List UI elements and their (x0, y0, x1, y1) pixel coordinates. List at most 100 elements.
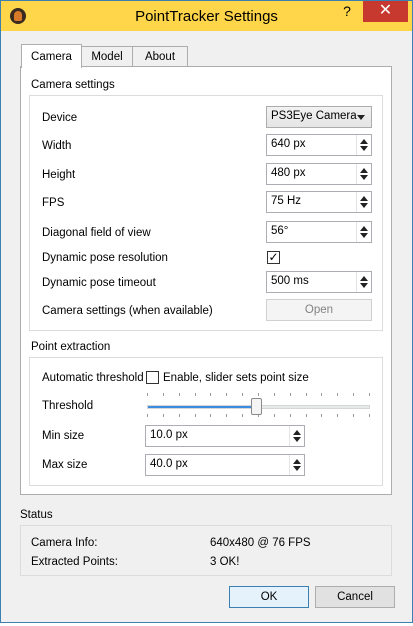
slider-tick (337, 393, 338, 396)
camera-settings-open-label: Camera settings (when available) (42, 305, 213, 317)
fps-label: FPS (42, 197, 65, 209)
fps-spinbox[interactable]: 75 Hz (266, 191, 372, 213)
min-size-value: 10.0 px (150, 429, 188, 441)
arrow-up-icon[interactable] (360, 168, 368, 173)
min-size-label: Min size (42, 430, 85, 442)
slider-tick (274, 414, 275, 417)
slider-tick (195, 414, 196, 417)
point-extraction-group-title: Point extraction (31, 341, 111, 353)
automatic-threshold-checkbox[interactable] (146, 371, 159, 384)
arrow-up-icon[interactable] (293, 430, 301, 435)
fov-label: Diagonal field of view (42, 227, 151, 239)
threshold-slider-fill (148, 406, 257, 408)
slider-tick (195, 393, 196, 396)
min-size-spinbox[interactable]: 10.0 px (145, 425, 305, 447)
slider-tick (306, 414, 307, 417)
camera-info-value: 640x480 @ 76 FPS (210, 537, 311, 549)
slider-tick (210, 393, 211, 396)
max-size-stepper[interactable] (289, 455, 304, 475)
slider-tick (179, 393, 180, 396)
arrow-down-icon[interactable] (293, 437, 301, 442)
arrow-down-icon[interactable] (360, 203, 368, 208)
slider-tick (369, 393, 370, 396)
arrow-down-icon[interactable] (360, 233, 368, 238)
fps-value: 75 Hz (271, 195, 302, 207)
arrow-down-icon[interactable] (360, 175, 368, 180)
fov-stepper[interactable] (356, 222, 371, 242)
arrow-up-icon[interactable] (360, 139, 368, 144)
camera-info-label: Camera Info: (31, 537, 98, 549)
slider-tick (163, 393, 164, 396)
slider-tick (321, 393, 322, 396)
slider-tick (290, 393, 291, 396)
chevron-down-icon (357, 115, 365, 120)
slider-tick (147, 393, 148, 396)
slider-tick (226, 414, 227, 417)
slider-tick (226, 393, 227, 396)
automatic-threshold-checkbox-label[interactable]: Enable, slider sets point size (163, 372, 309, 384)
slider-tick (369, 414, 370, 417)
open-camera-settings-button[interactable]: Open (266, 299, 372, 321)
slider-tick (353, 393, 354, 396)
automatic-threshold-label: Automatic threshold (42, 372, 144, 384)
arrow-up-icon[interactable] (293, 459, 301, 464)
slider-tick (321, 414, 322, 417)
slider-tick (210, 414, 211, 417)
tab-camera[interactable]: Camera (21, 44, 82, 68)
height-stepper[interactable] (356, 164, 371, 184)
dynamic-pose-timeout-spinbox[interactable]: 500 ms (266, 271, 372, 293)
height-label: Height (42, 169, 76, 181)
width-spinbox[interactable]: 640 px (266, 134, 372, 156)
height-spinbox[interactable]: 480 px (266, 163, 372, 185)
ok-button[interactable]: OK (229, 586, 309, 608)
slider-tick (242, 393, 243, 396)
arrow-up-icon[interactable] (360, 276, 368, 281)
tab-about[interactable]: About (132, 46, 188, 67)
width-stepper[interactable] (356, 135, 371, 155)
fov-spinbox[interactable]: 56° (266, 221, 372, 243)
height-value: 480 px (271, 167, 306, 179)
slider-tick (163, 414, 164, 417)
threshold-slider-handle[interactable] (251, 398, 263, 415)
max-size-spinbox[interactable]: 40.0 px (145, 454, 305, 476)
device-combobox[interactable]: PS3Eye Camera (266, 106, 372, 128)
arrow-up-icon[interactable] (360, 196, 368, 201)
dynamic-pose-timeout-label: Dynamic pose timeout (42, 277, 156, 289)
camera-settings-group (29, 95, 383, 331)
slider-tick (242, 414, 243, 417)
dynamic-pose-resolution-checkbox[interactable]: ✓ (267, 251, 280, 264)
cancel-button[interactable]: Cancel (315, 586, 395, 608)
arrow-down-icon[interactable] (360, 146, 368, 151)
device-value: PS3Eye Camera (271, 110, 357, 122)
width-label: Width (42, 140, 72, 152)
slider-tick (147, 414, 148, 417)
status-box (20, 525, 392, 576)
help-icon[interactable]: ? (333, 1, 361, 22)
max-size-value: 40.0 px (150, 458, 188, 470)
threshold-label: Threshold (42, 400, 94, 412)
camera-settings-group-title: Camera settings (31, 79, 115, 91)
fps-stepper[interactable] (356, 192, 371, 212)
dynamic-pose-resolution-label: Dynamic pose resolution (42, 252, 168, 264)
extracted-points-label: Extracted Points: (31, 556, 118, 568)
min-size-stepper[interactable] (289, 426, 304, 446)
width-value: 640 px (271, 138, 306, 150)
slider-tick (337, 414, 338, 417)
slider-tick (274, 393, 275, 396)
fov-value: 56° (271, 225, 289, 237)
max-size-label: Max size (42, 459, 88, 471)
arrow-down-icon[interactable] (360, 283, 368, 288)
arrow-up-icon[interactable] (360, 226, 368, 231)
slider-tick (353, 414, 354, 417)
device-label: Device (42, 112, 78, 124)
slider-tick (290, 414, 291, 417)
slider-tick (306, 393, 307, 396)
tab-model[interactable]: Model (81, 46, 133, 67)
status-title: Status (20, 509, 53, 521)
arrow-down-icon[interactable] (293, 466, 301, 471)
close-icon[interactable]: ✕ (363, 1, 408, 22)
dynamic-pose-timeout-stepper[interactable] (356, 272, 371, 292)
title-bar[interactable]: PointTracker Settings ? ✕ (1, 1, 412, 31)
slider-tick (179, 414, 180, 417)
dynamic-pose-timeout-value: 500 ms (271, 275, 309, 287)
